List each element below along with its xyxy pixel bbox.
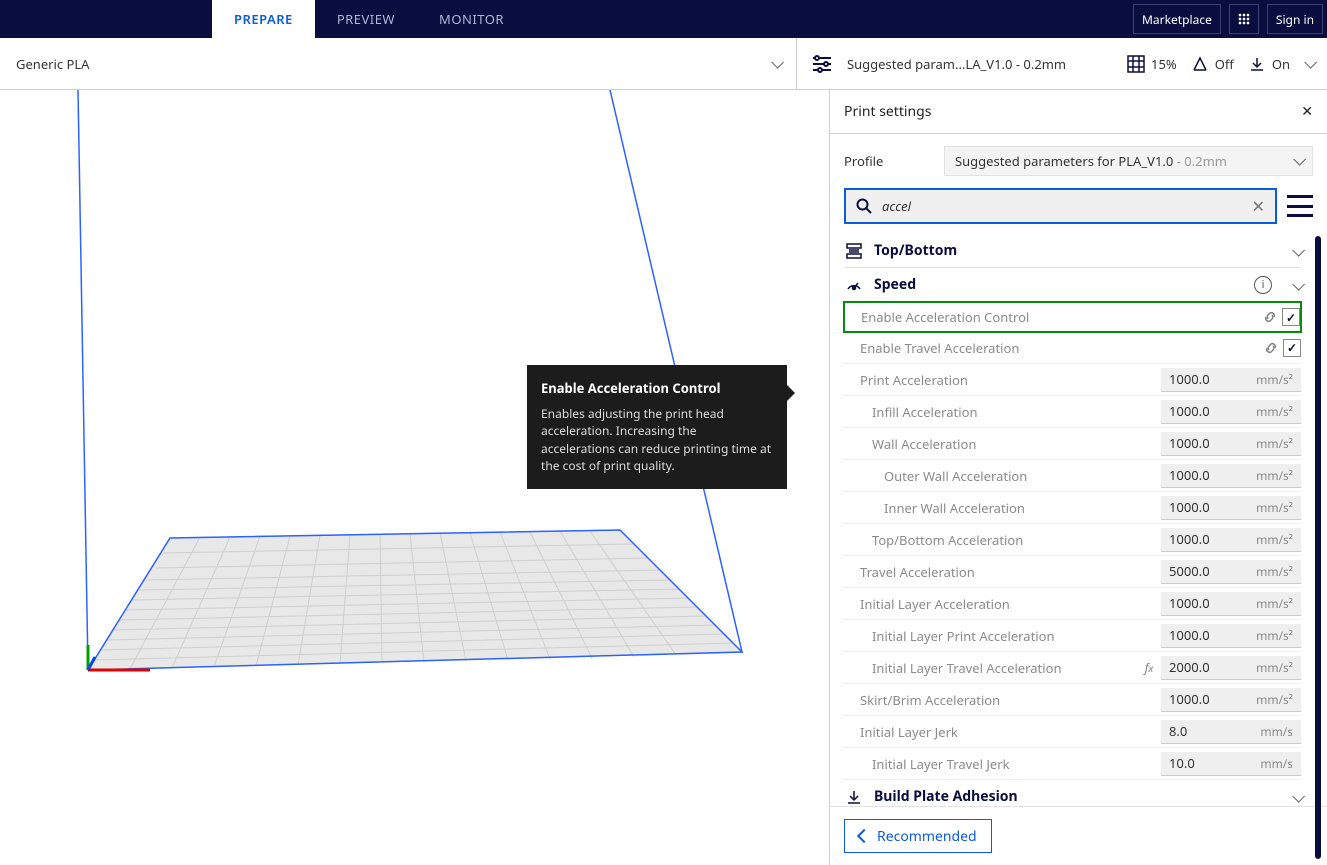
chevron-down-icon [1292,786,1301,807]
section-speed[interactable]: Speed i [844,268,1301,302]
support-icon [1191,55,1209,73]
config-bar: Generic PLA Suggested param...LA_V1.0 - … [0,38,1327,90]
panel-title: Print settings [844,102,932,121]
setting-enable-travel-acceleration[interactable]: Enable Travel Acceleration [844,332,1301,364]
profile-dropdown[interactable]: Suggested parameters for PLA_V1.0 - 0.2m… [944,146,1313,176]
value-input[interactable] [1169,402,1239,420]
panel-header: Print settings ✕ [830,90,1327,134]
value-input[interactable] [1169,754,1239,772]
settings-summary[interactable]: Suggested param...LA_V1.0 - 0.2mm 15% Of… [797,38,1327,89]
settings-list[interactable]: Top/Bottom Speed i Enable Acceleration C… [830,234,1327,806]
value-input[interactable] [1169,594,1239,612]
setting-initial-layer-acceleration[interactable]: Initial Layer Acceleration mm/s² [844,588,1301,620]
setting-print-acceleration[interactable]: Print Acceleration mm/s² [844,364,1301,396]
search-icon [856,198,872,214]
tab-preview[interactable]: PREVIEW [315,0,417,38]
formula-icon[interactable]: fx [1137,659,1161,676]
clear-search-icon[interactable]: ✕ [1252,195,1265,217]
tab-prepare[interactable]: PREPARE [212,0,315,38]
setting-enable-acceleration-control[interactable]: Enable Acceleration Control [843,301,1302,333]
checkbox[interactable] [1282,308,1300,326]
signin-button[interactable]: Sign in [1267,4,1323,34]
value-input[interactable] [1169,626,1239,644]
adhesion-icon [1248,55,1266,73]
settings-visibility-menu[interactable] [1287,195,1313,217]
section-build-plate-adhesion[interactable]: Build Plate Adhesion [844,780,1301,806]
profile-label: Profile [844,152,932,170]
checkbox[interactable] [1283,339,1301,357]
value-input[interactable] [1169,370,1239,388]
tooltip-title: Enable Acceleration Control [541,379,773,397]
setting-tooltip: Enable Acceleration Control Enables adju… [527,365,787,489]
summary-infill: 15% [1127,55,1177,73]
setting-initial-layer-travel-jerk[interactable]: Initial Layer Travel Jerk mm/s [844,748,1301,780]
tab-monitor[interactable]: MONITOR [417,0,526,38]
setting-initial-layer-print-acceleration[interactable]: Initial Layer Print Acceleration mm/s² [844,620,1301,652]
sliders-icon [811,54,833,74]
chevron-down-icon [1292,274,1301,296]
summary-adhesion: On [1248,55,1290,73]
material-name: Generic PLA [16,55,90,73]
info-icon[interactable]: i [1254,276,1272,294]
summary-support: Off [1191,55,1234,73]
value-input[interactable] [1169,434,1239,452]
tooltip-body: Enables adjusting the print head acceler… [541,405,773,475]
print-settings-panel: Print settings ✕ Profile Suggested param… [829,90,1327,865]
setting-initial-layer-travel-acceleration[interactable]: Initial Layer Travel Acceleration fx mm/… [844,652,1301,684]
setting-wall-acceleration[interactable]: Wall Acceleration mm/s² [844,428,1301,460]
apps-icon[interactable] [1229,4,1259,34]
chevron-down-icon [1293,152,1302,170]
setting-inner-wall-acceleration[interactable]: Inner Wall Acceleration mm/s² [844,492,1301,524]
build-plate-viewport[interactable]: Enable Acceleration Control Enables adju… [0,90,829,865]
speed-icon [844,275,864,295]
setting-topbottom-acceleration[interactable]: Top/Bottom Acceleration mm/s² [844,524,1301,556]
search-input[interactable] [882,197,1242,215]
recommended-button[interactable]: Recommended [844,819,992,853]
value-input[interactable] [1169,690,1239,708]
section-top-bottom[interactable]: Top/Bottom [844,234,1301,268]
setting-skirt-brim-acceleration[interactable]: Skirt/Brim Acceleration mm/s² [844,684,1301,716]
infill-icon [1127,55,1145,73]
marketplace-button[interactable]: Marketplace [1133,4,1221,34]
value-input[interactable] [1169,562,1239,580]
chevron-left-icon [859,827,869,846]
setting-outer-wall-acceleration[interactable]: Outer Wall Acceleration mm/s² [844,460,1301,492]
setting-infill-acceleration[interactable]: Infill Acceleration mm/s² [844,396,1301,428]
topbottom-icon [844,241,864,261]
setting-initial-layer-jerk[interactable]: Initial Layer Jerk mm/s [844,716,1301,748]
chevron-down-icon [1304,55,1313,73]
close-icon[interactable]: ✕ [1301,102,1313,121]
adhesion-icon [844,787,864,807]
settings-search[interactable]: ✕ [844,188,1277,224]
value-input[interactable] [1169,498,1239,516]
value-input[interactable] [1169,530,1239,548]
scrollbar[interactable] [1315,236,1321,859]
summary-profile: Suggested param...LA_V1.0 - 0.2mm [847,55,1113,73]
link-icon[interactable] [1259,340,1283,356]
chevron-down-icon [771,55,780,73]
link-icon[interactable] [1258,309,1282,325]
value-input[interactable] [1169,466,1239,484]
value-input[interactable] [1169,722,1239,740]
stage-tabs: PREPARE PREVIEW MONITOR [212,0,526,38]
top-bar: PREPARE PREVIEW MONITOR Marketplace Sign… [0,0,1327,38]
value-input[interactable] [1169,658,1239,676]
chevron-down-icon [1292,240,1301,262]
setting-travel-acceleration[interactable]: Travel Acceleration mm/s² [844,556,1301,588]
material-dropdown[interactable]: Generic PLA [0,38,797,89]
